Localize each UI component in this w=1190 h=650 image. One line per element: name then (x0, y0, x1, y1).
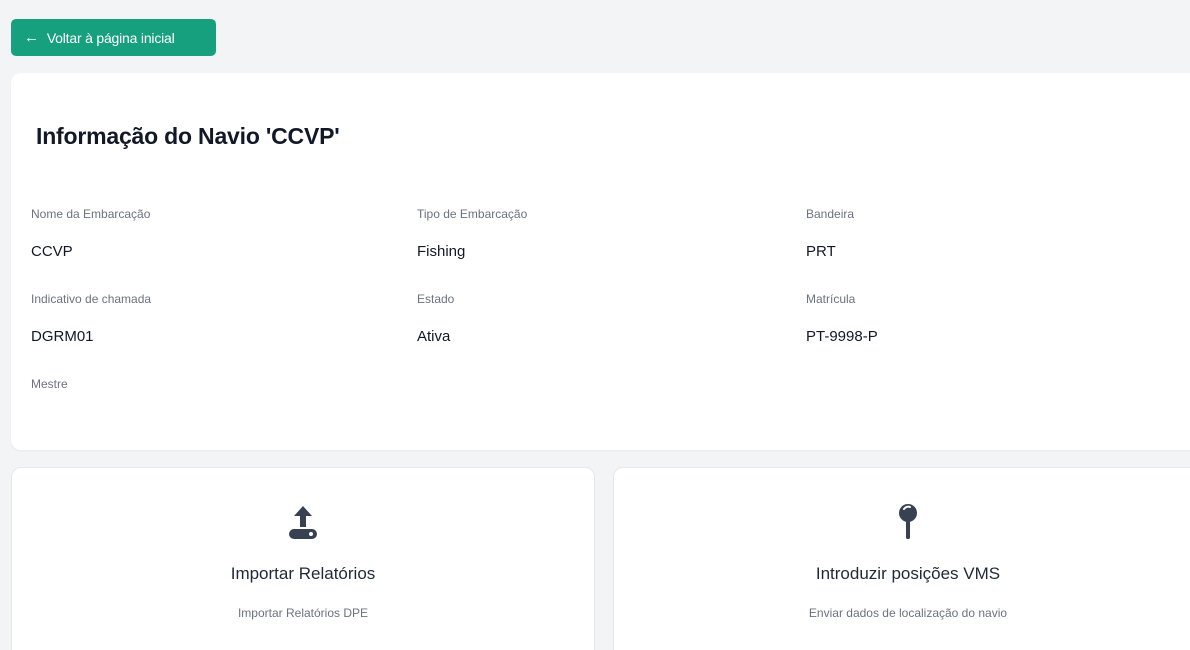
import-reports-card[interactable]: Importar Relatórios Importar Relatórios … (11, 467, 595, 650)
vessel-info-page: ← Voltar à página inicial Informação do … (0, 0, 1190, 650)
field-label-status: Estado (417, 292, 455, 306)
back-button-label: Voltar à página inicial (46, 29, 175, 46)
import-reports-description: Importar Relatórios DPE (237, 606, 369, 620)
field-label-flag: Bandeira (806, 207, 855, 221)
vms-positions-card[interactable]: Introduzir posições VMS Enviar dados de … (613, 467, 1190, 650)
page-title: Informação do Navio 'CCVP' (36, 123, 340, 149)
vms-positions-description: Enviar dados de localização do navio (808, 606, 1008, 620)
field-value-vessel-name: CCVP (31, 243, 73, 260)
field-value-vessel-type: Fishing (417, 243, 466, 260)
back-to-home-button[interactable]: ← Voltar à página inicial (11, 19, 216, 56)
map-pin-icon (893, 500, 923, 549)
field-value-call-sign: DGRM01 (31, 328, 94, 345)
field-label-registration: Matrícula (806, 292, 856, 306)
field-label-master: Mestre (31, 377, 68, 391)
field-value-flag: PRT (806, 243, 836, 260)
field-value-status: Ativa (417, 328, 451, 345)
field-value-registration: PT-9998-P (806, 328, 878, 345)
upload-icon (281, 500, 325, 549)
arrow-left-icon: ← (24, 29, 39, 46)
import-reports-title: Importar Relatórios (230, 564, 376, 583)
field-label-vessel-type: Tipo de Embarcação (417, 207, 528, 221)
field-label-vessel-name: Nome da Embarcação (31, 207, 151, 221)
vms-positions-title: Introduzir posições VMS (815, 564, 1001, 583)
vessel-info-card: Informação do Navio 'CCVP' Nome da Embar… (11, 73, 1190, 450)
field-label-call-sign: Indicativo de chamada (31, 292, 152, 306)
